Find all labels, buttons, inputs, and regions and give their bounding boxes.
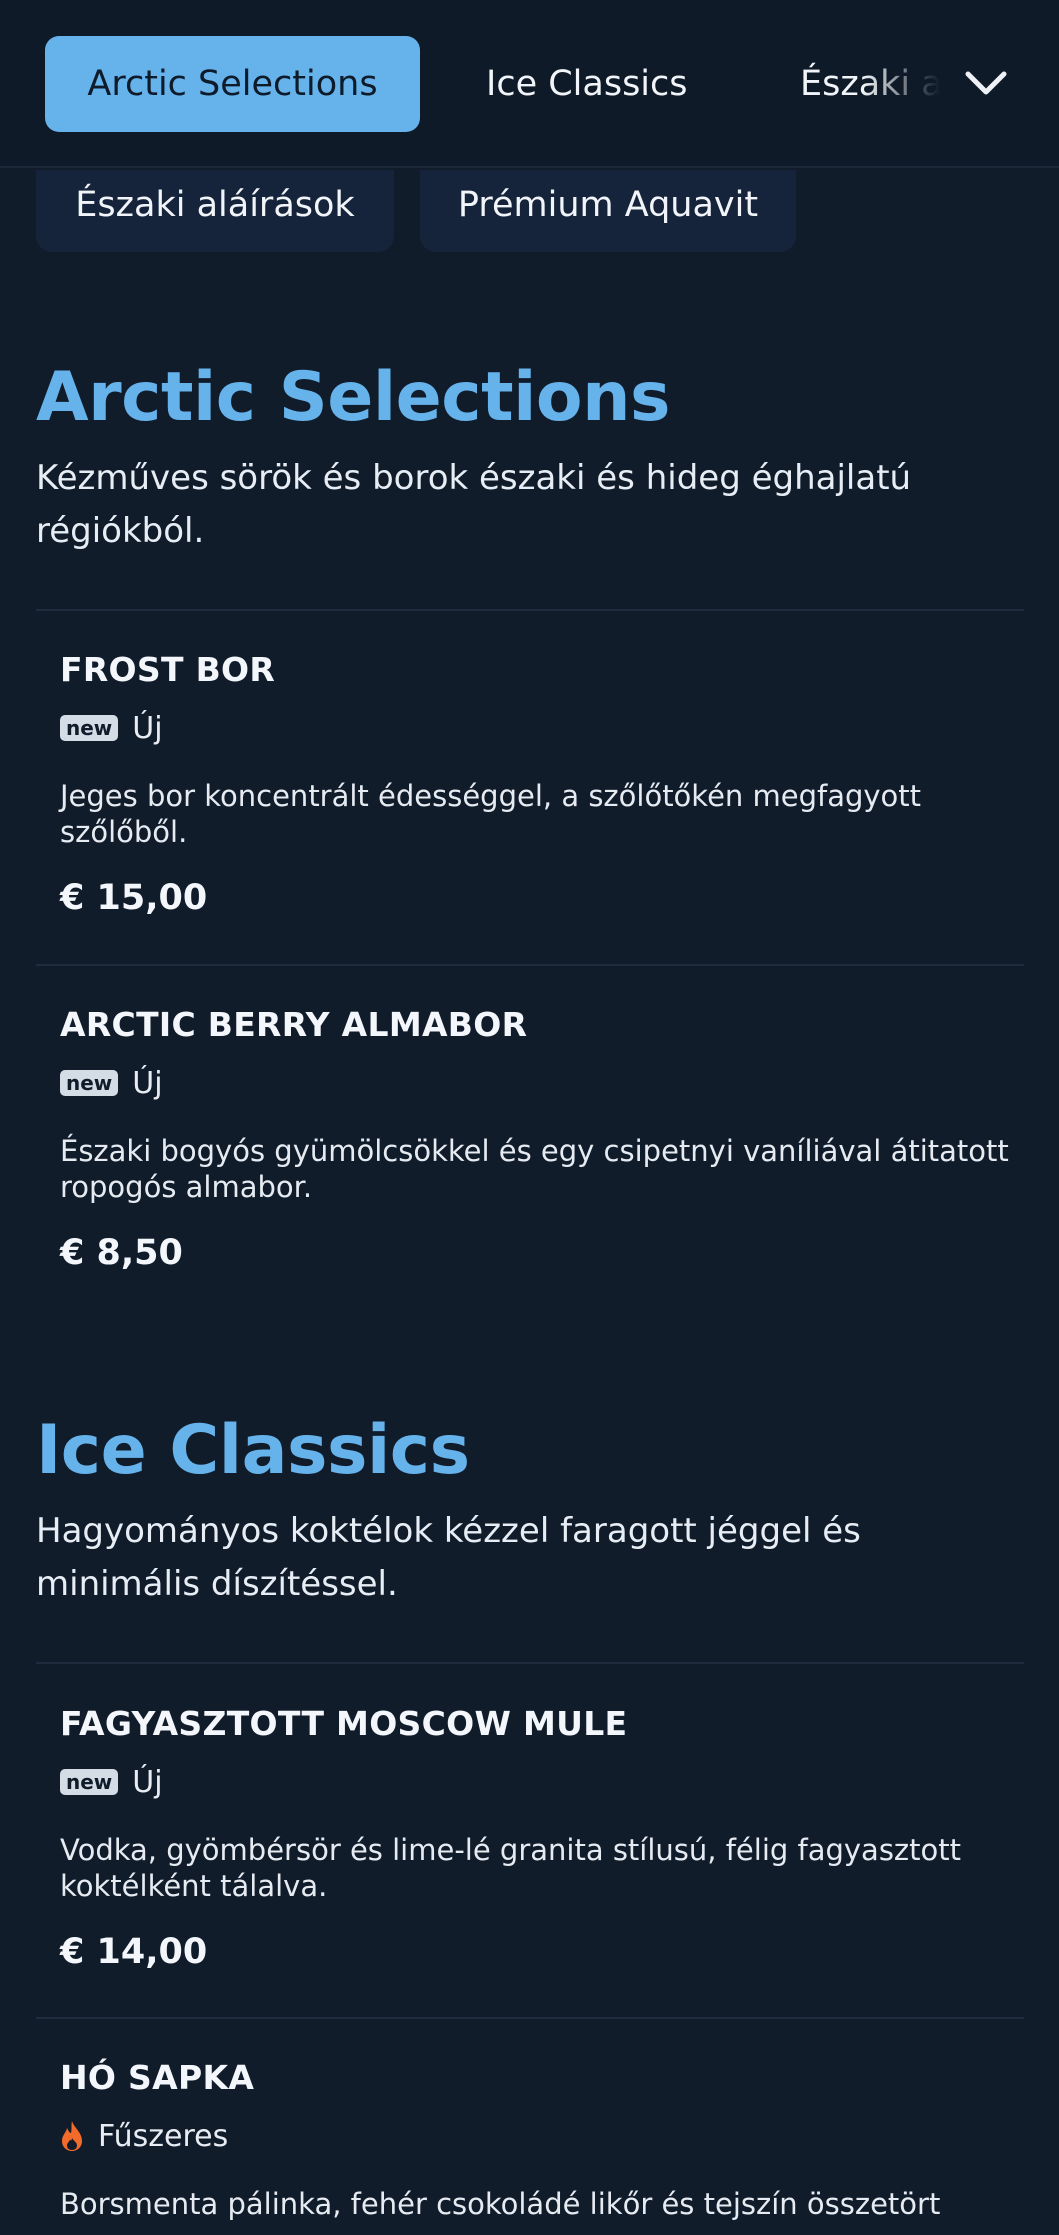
item-description: Borsmenta pálinka, fehér csokoládé likőr… bbox=[60, 2187, 941, 2221]
chip-premium-aquavit[interactable]: Prémium Aquavit bbox=[420, 170, 796, 252]
section-title: Ice Classics bbox=[36, 1411, 470, 1490]
divider bbox=[36, 964, 1024, 966]
item-tag-line: Fűszeres bbox=[60, 2116, 1010, 2156]
item-name: FROST BOR bbox=[60, 650, 276, 689]
tab-eszaki-alairasok[interactable]: Északi a bbox=[800, 36, 940, 132]
section-description: Kézműves sörök és borok északi és hideg … bbox=[36, 458, 912, 551]
item-price: € 15,00 bbox=[60, 878, 208, 918]
tab-arctic-selections[interactable]: Arctic Selections bbox=[45, 36, 420, 132]
item-tag-line: new Új bbox=[60, 708, 1010, 748]
divider bbox=[36, 2017, 1024, 2019]
category-tab-bar: Arctic Selections Ice Classics Északi a bbox=[0, 0, 1059, 168]
item-tag: Új bbox=[132, 710, 163, 746]
tab-ice-classics[interactable]: Ice Classics bbox=[486, 36, 688, 132]
item-name: FAGYASZTOTT MOSCOW MULE bbox=[60, 1704, 628, 1743]
menu-item[interactable]: FAGYASZTOTT MOSCOW MULE new Új Vodka, gy… bbox=[60, 1704, 1010, 1972]
item-price: € 8,50 bbox=[60, 1233, 183, 1273]
item-tag: Új bbox=[132, 1764, 163, 1800]
item-tag: Új bbox=[132, 1065, 163, 1101]
divider bbox=[36, 609, 1024, 611]
section-title: Arctic Selections bbox=[36, 358, 671, 437]
chip-eszaki-alairasok[interactable]: Északi aláírások bbox=[36, 170, 394, 252]
new-badge: new bbox=[60, 1769, 119, 1795]
new-badge: new bbox=[60, 1070, 119, 1096]
item-tag-line: new Új bbox=[60, 1063, 1010, 1103]
item-description: Jeges bor koncentrált édességgel, a szől… bbox=[60, 779, 922, 849]
item-tag: Fűszeres bbox=[98, 2118, 229, 2154]
item-description: Vodka, gyömbérsör és lime-lé granita stí… bbox=[60, 1833, 962, 1903]
item-name: HÓ SAPKA bbox=[60, 2058, 255, 2097]
item-description: Északi bogyós gyümölcsökkel és egy csipe… bbox=[60, 1134, 1009, 1204]
divider bbox=[36, 1662, 1024, 1664]
item-name: ARCTIC BERRY ALMABOR bbox=[60, 1005, 528, 1044]
section-description: Hagyományos koktélok kézzel faragott jég… bbox=[36, 1511, 861, 1604]
menu-item[interactable]: HÓ SAPKA Fűszeres Borsmenta pálinka, feh… bbox=[60, 2058, 1010, 2222]
item-price: € 14,00 bbox=[60, 1932, 208, 1972]
new-badge: new bbox=[60, 715, 119, 741]
chevron-down-icon[interactable] bbox=[960, 58, 1012, 110]
flame-icon bbox=[62, 2121, 82, 2151]
item-tag-line: new Új bbox=[60, 1762, 1010, 1802]
menu-item[interactable]: FROST BOR new Új Jeges bor koncentrált é… bbox=[60, 650, 1010, 918]
menu-item[interactable]: ARCTIC BERRY ALMABOR new Új Északi bogyó… bbox=[60, 1005, 1010, 1273]
